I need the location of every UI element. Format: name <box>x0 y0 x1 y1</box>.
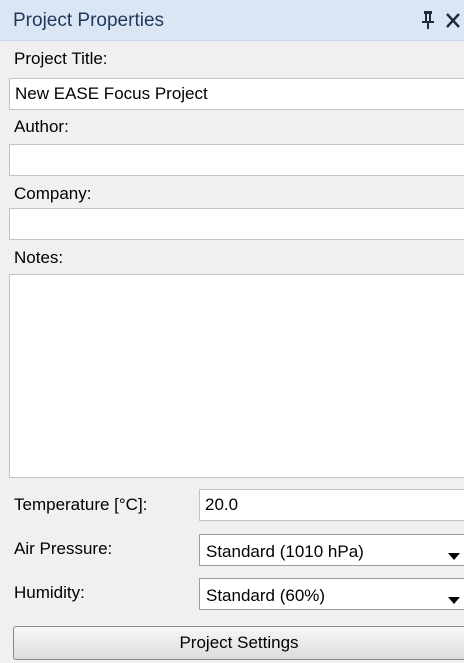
project-settings-button[interactable]: Project Settings <box>13 626 464 660</box>
close-icon[interactable] <box>444 12 464 30</box>
chevron-down-icon[interactable] <box>448 591 460 604</box>
project-properties-panel: Project Properties Project Title: Author… <box>0 0 464 663</box>
air-pressure-dropdown[interactable]: Standard (1010 hPa) <box>199 534 464 566</box>
notes-label: Notes: <box>14 248 64 267</box>
author-label: Author: <box>14 117 69 136</box>
humidity-dropdown[interactable]: Standard (60%) <box>199 578 464 610</box>
panel-title: Project Properties <box>13 10 165 31</box>
temperature-label: Temperature [°C]: <box>14 495 148 514</box>
company-input[interactable] <box>9 208 464 240</box>
pin-icon[interactable] <box>419 9 437 31</box>
humidity-selected: Standard (60%) <box>206 586 326 605</box>
temperature-input[interactable] <box>199 489 464 521</box>
air-pressure-selected: Standard (1010 hPa) <box>206 542 364 561</box>
humidity-label: Humidity: <box>14 583 85 602</box>
author-input[interactable] <box>9 144 464 176</box>
company-label: Company: <box>14 184 92 203</box>
chevron-down-icon[interactable] <box>448 547 460 560</box>
air-pressure-label: Air Pressure: <box>14 539 113 558</box>
project-title-label: Project Title: <box>14 49 108 68</box>
project-title-input[interactable] <box>9 78 464 110</box>
notes-textarea[interactable] <box>9 274 464 478</box>
panel-title-bar: Project Properties <box>0 0 464 41</box>
